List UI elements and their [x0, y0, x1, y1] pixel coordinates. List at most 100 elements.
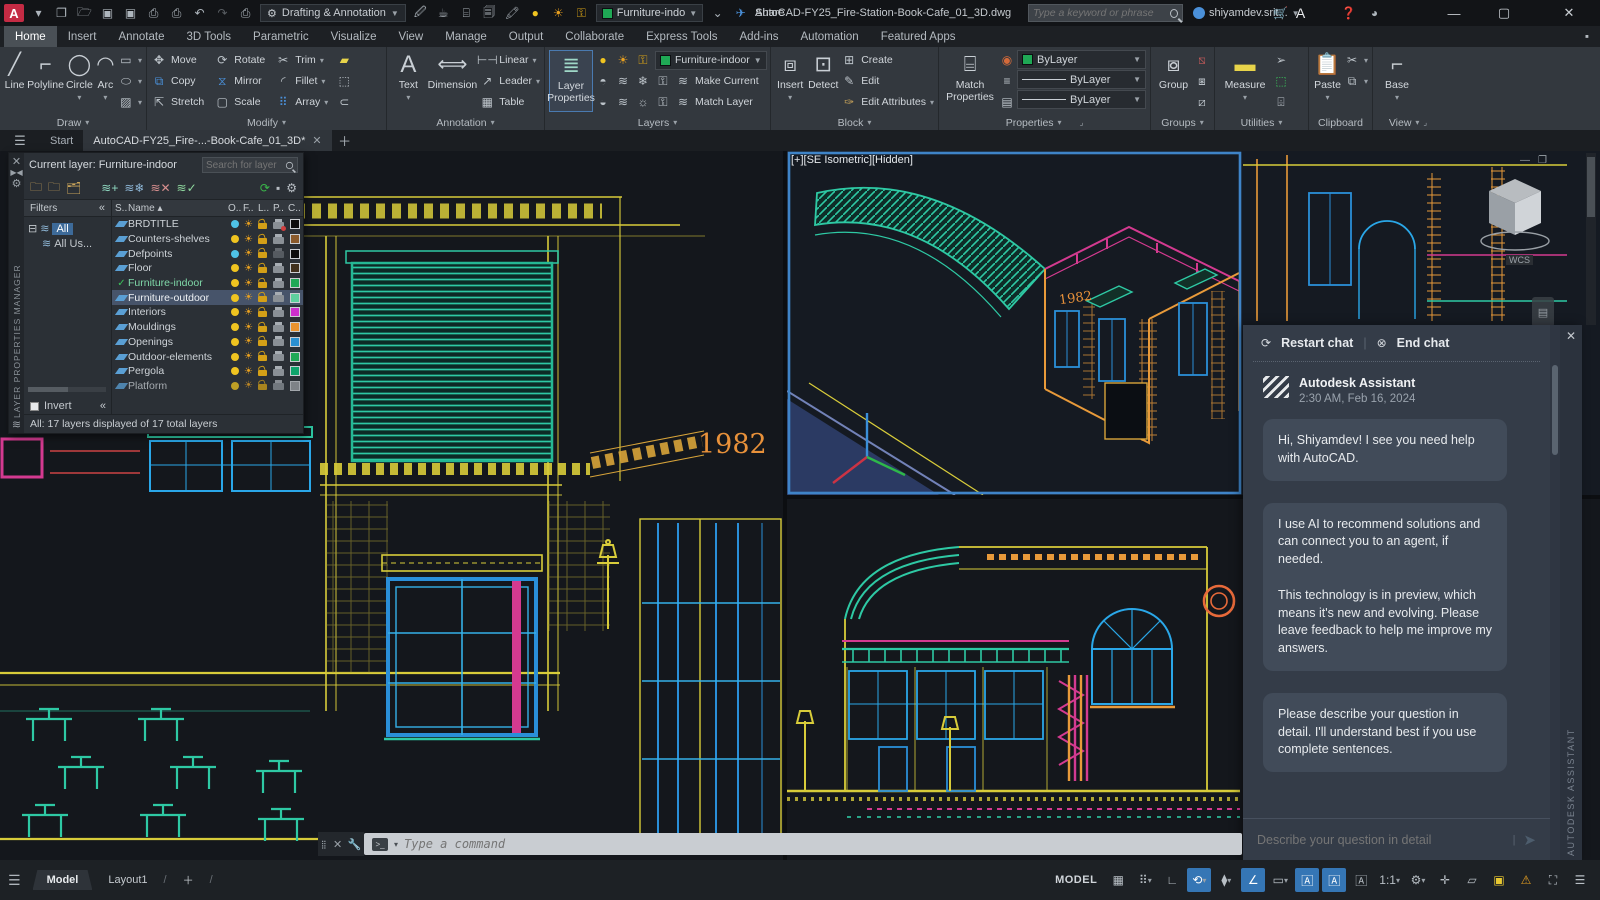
command-input[interactable] [404, 837, 1234, 851]
tab-featured-apps[interactable]: Featured Apps [870, 26, 967, 47]
layer-on-icon[interactable]: ◒ [595, 95, 611, 110]
render-icon[interactable]: ☕ [435, 5, 452, 22]
polar-tracking-icon[interactable]: ⟲ ▾ [1187, 868, 1212, 892]
panel-title-view[interactable]: View ▾ ⌟ [1373, 115, 1443, 130]
color-swatch[interactable] [290, 234, 300, 245]
app-store-cart-icon[interactable]: 🛒 [1272, 5, 1289, 22]
workspace-dropdown[interactable]: ⚙ Drafting & Annotation ▼ [260, 4, 406, 22]
tab-view[interactable]: View [387, 26, 434, 47]
bulb-icon[interactable] [231, 323, 239, 332]
refresh-icon[interactable]: ⟳ [260, 181, 270, 195]
chat-input[interactable] [1257, 832, 1505, 847]
freeze-icon[interactable]: ☀ [242, 278, 255, 289]
color-swatch[interactable] [290, 248, 300, 259]
plot-icon[interactable] [273, 277, 284, 288]
rectangle-icon[interactable]: ▭ [118, 53, 134, 68]
layer-thaw-icon[interactable]: ☼ [635, 95, 651, 110]
panel-title-utilities[interactable]: Utilities ▾ [1215, 115, 1308, 130]
freeze-icon[interactable]: ☀ [242, 307, 255, 318]
close-command-icon[interactable]: ✕ [333, 838, 342, 851]
lock-icon[interactable] [258, 340, 267, 347]
end-chat-button[interactable]: End chat [1397, 336, 1450, 350]
lock-icon[interactable] [258, 296, 267, 303]
bulb-icon[interactable] [231, 235, 239, 244]
batch-plot-icon[interactable]: ⎙ [237, 5, 254, 22]
restart-chat-button[interactable]: Restart chat [1281, 336, 1353, 350]
current-scale-dropdown[interactable]: 1:1 ▾ [1376, 868, 1403, 892]
layer-row[interactable]: Defpoints ☀ [112, 246, 303, 261]
col-name[interactable]: Name ▴ [128, 203, 228, 214]
file-tabs-menu-icon[interactable]: ☰ [0, 130, 40, 151]
snap-mode-icon[interactable]: ⠿ ▾ [1133, 868, 1157, 892]
lock-icon[interactable] [258, 325, 267, 332]
units-icon[interactable]: ▱ [1460, 868, 1484, 892]
close-tab-icon[interactable]: ✕ [312, 134, 321, 147]
layer-isolate-icon[interactable]: ≋ [615, 74, 631, 89]
col-freeze[interactable]: F.. [243, 203, 258, 214]
customize-command-icon[interactable]: 🔧 [348, 838, 362, 851]
layer-row[interactable]: BRDTITLE ☀ [112, 217, 303, 232]
save-as-icon[interactable]: ▣ [122, 5, 139, 22]
tab-visualize[interactable]: Visualize [320, 26, 388, 47]
search-icon[interactable] [1170, 8, 1178, 18]
paste-button[interactable]: 📋 Paste ▾ [1313, 50, 1342, 112]
col-lock[interactable]: L.. [258, 203, 273, 214]
panel-title-modify[interactable]: Modify ▾ [147, 115, 386, 130]
clean-screen-icon[interactable]: ⛶ [1541, 868, 1565, 892]
bulb-icon[interactable] [231, 249, 239, 258]
collapse-filters-icon[interactable]: « [99, 202, 105, 214]
open-file-icon[interactable]: 🗁 [76, 5, 93, 22]
array-icon[interactable]: ⠿ [275, 95, 291, 110]
freeze-icon[interactable]: ☀ [242, 248, 255, 259]
freeze-icon[interactable]: ☀ [242, 263, 255, 274]
col-color[interactable]: C.. [288, 203, 303, 214]
freeze-icon[interactable]: ☀ [242, 336, 255, 347]
layer-row[interactable]: Counters-shelves ☀ [112, 232, 303, 247]
lock-icon[interactable] [258, 355, 267, 362]
chat-scrollbar[interactable] [1550, 325, 1560, 860]
dimension-button[interactable]: ⟺ Dimension [428, 50, 478, 112]
sheet-edit-icon[interactable]: 🖉 [412, 5, 429, 22]
make-current-icon[interactable]: ≋ [675, 74, 691, 89]
tab-annotate[interactable]: Annotate [107, 26, 175, 47]
navigation-bar-icon[interactable]: ▤ [1532, 297, 1554, 327]
bulb-icon[interactable] [231, 381, 239, 390]
isolate-icon[interactable]: ▪ [276, 181, 280, 195]
color-swatch[interactable] [290, 380, 300, 391]
tab-parametric[interactable]: Parametric [242, 26, 320, 47]
copy-settings-icon[interactable]: 🗐 [481, 5, 498, 22]
color-swatch[interactable] [290, 219, 300, 230]
save-icon[interactable]: ▣ [99, 5, 116, 22]
color-swatch[interactable] [290, 351, 300, 362]
command-input-field[interactable]: >_ ▾ [364, 833, 1242, 855]
layer-search-input[interactable] [206, 159, 285, 171]
share-icon[interactable]: ✈ [732, 5, 749, 22]
bulb-icon[interactable] [231, 279, 239, 288]
bulb-icon[interactable] [231, 264, 239, 273]
bulb-icon[interactable] [231, 308, 239, 317]
plot-icon[interactable] [273, 292, 284, 303]
filter-all[interactable]: ⊟ ≋ All [28, 221, 107, 236]
bulb-icon[interactable] [231, 367, 239, 376]
annotation-visibility-icon[interactable]: 🄰 [1295, 868, 1320, 892]
annotation-scale-icon[interactable]: 🄰 [1349, 868, 1373, 892]
undo-button[interactable]: ↶ [191, 5, 208, 22]
group-select-icon[interactable]: ⧄ [1194, 95, 1210, 110]
layer-unisolate-icon[interactable]: ≋ [615, 95, 631, 110]
tab-manage[interactable]: Manage [434, 26, 498, 47]
app-menu-button[interactable]: A [4, 4, 24, 22]
lock-icon[interactable] [258, 237, 267, 244]
lock-icon[interactable] [258, 252, 267, 259]
cut-icon[interactable]: ✂ [1344, 53, 1360, 68]
measure-button[interactable]: ▬ Measure ▾ [1219, 50, 1271, 112]
lock-icon[interactable] [258, 369, 267, 376]
lock-icon[interactable] [258, 281, 267, 288]
arc-button[interactable]: ◠ Arc ▾ [95, 50, 116, 112]
palette-autohide-icon[interactable]: ▶◀ [10, 168, 22, 177]
maximize-button[interactable]: ▢ [1490, 0, 1518, 26]
help-icon[interactable]: ❓ [1340, 5, 1357, 22]
layer-freeze-icon[interactable]: ❄ [635, 74, 651, 89]
group-edit-icon[interactable]: ⧆ [1194, 74, 1210, 89]
layer-row[interactable]: Floor ☀ [112, 261, 303, 276]
layer-states-manager-icon[interactable]: 🗂 [66, 181, 81, 195]
